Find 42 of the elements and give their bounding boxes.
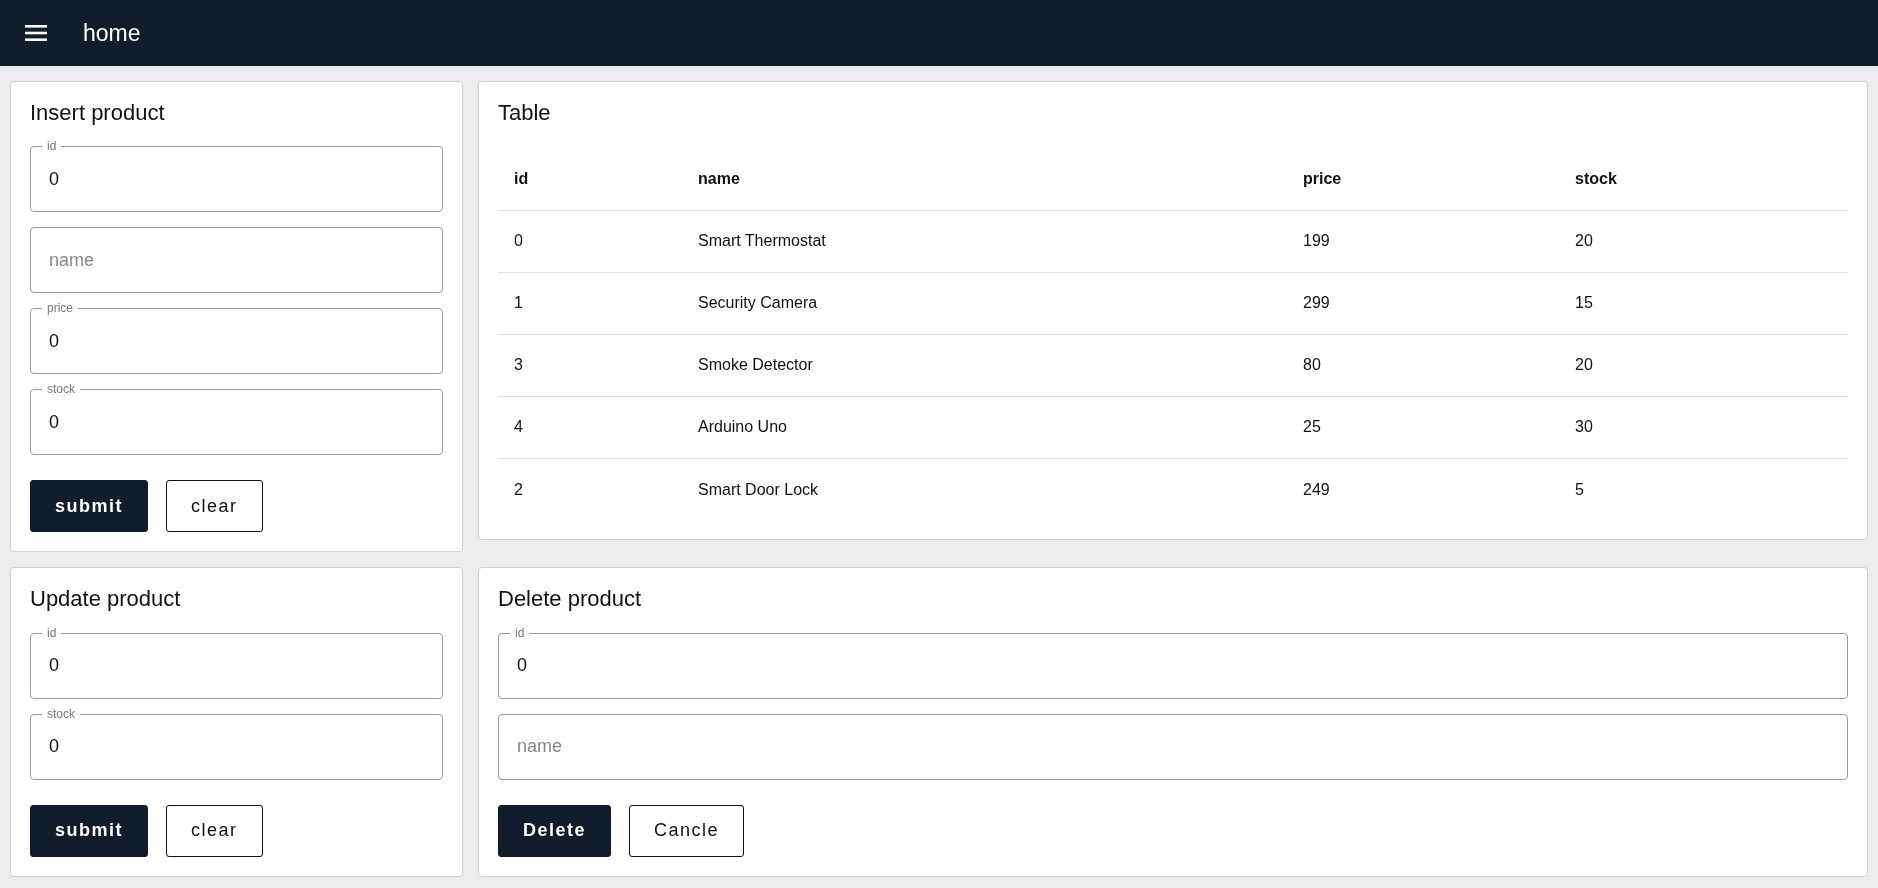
table-cell: 3: [498, 334, 682, 397]
table-cell: 299: [1287, 272, 1559, 335]
table-cell: 25: [1287, 396, 1559, 459]
column-header: price: [1287, 148, 1559, 211]
column-header: id: [498, 148, 682, 211]
panel-title: Table: [498, 100, 552, 127]
table-cell: 20: [1559, 210, 1848, 273]
field-label: id: [510, 625, 530, 640]
table-cell: 199: [1287, 210, 1559, 273]
table-cell: 15: [1559, 272, 1848, 335]
table-cell: 30: [1559, 396, 1848, 459]
column-header: stock: [1559, 148, 1848, 211]
table-cell: 2: [498, 458, 682, 521]
submit-button[interactable]: submit: [30, 480, 148, 533]
table-cell: Security Camera: [682, 272, 1287, 335]
secondary-button[interactable]: clear: [166, 480, 263, 533]
table-cell: 249: [1287, 458, 1559, 521]
menu-icon[interactable]: [25, 25, 47, 41]
table-cell: 0: [498, 210, 682, 273]
table-cell: Smoke Detector: [682, 334, 1287, 397]
field-label: price: [42, 301, 78, 316]
panel-title: Delete product: [498, 586, 643, 613]
table-cell: 20: [1559, 334, 1848, 397]
column-header: name: [682, 148, 1287, 211]
field-label: id: [42, 625, 62, 640]
table-cell: 80: [1287, 334, 1559, 397]
secondary-button[interactable]: clear: [166, 804, 263, 857]
table-cell: Smart Thermostat: [682, 210, 1287, 273]
page-title: home: [83, 18, 141, 48]
table-cell: 4: [498, 396, 682, 459]
field-label: stock: [42, 706, 80, 721]
secondary-button[interactable]: Cancle: [629, 804, 745, 857]
input-field[interactable]: name: [30, 227, 443, 294]
submit-button[interactable]: submit: [30, 804, 148, 857]
submit-button[interactable]: Delete: [498, 804, 612, 857]
table-cell: Arduino Uno: [682, 396, 1287, 459]
table-cell: 5: [1559, 458, 1848, 521]
panel-title: Update product: [30, 586, 182, 613]
panel-title: Insert product: [30, 100, 166, 127]
table-cell: 1: [498, 272, 682, 335]
table-cell: Smart Door Lock: [682, 458, 1287, 521]
input-field[interactable]: name: [498, 713, 1848, 780]
